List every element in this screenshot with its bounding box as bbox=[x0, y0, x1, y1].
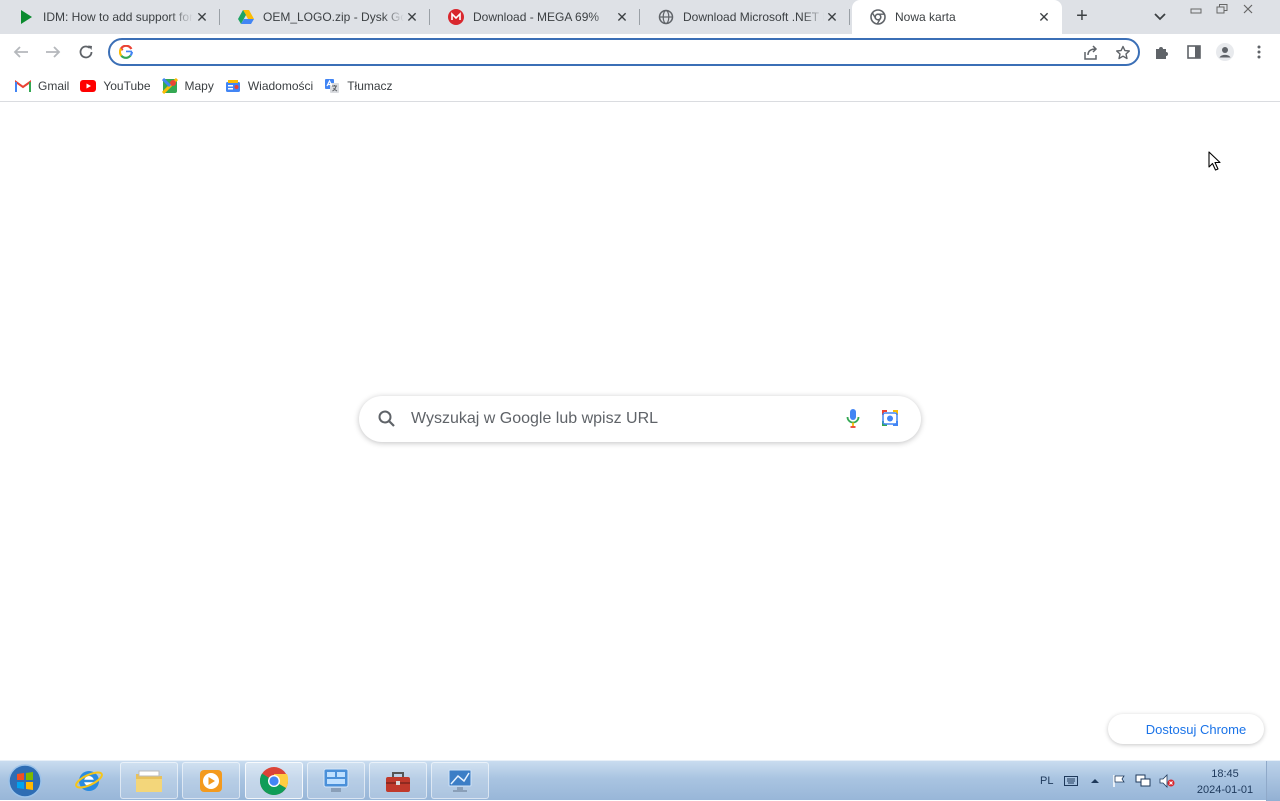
tab-title: Nowa karta bbox=[895, 10, 956, 24]
new-tab-page: Wyszukaj w Google lub wpisz URL Dostosuj… bbox=[0, 103, 1280, 760]
google-drive-icon bbox=[238, 9, 254, 25]
youtube-icon bbox=[80, 78, 97, 94]
close-icon[interactable]: ✕ bbox=[614, 9, 630, 25]
new-tab-button[interactable]: + bbox=[1072, 6, 1092, 27]
keyboard-icon[interactable] bbox=[1063, 773, 1079, 789]
tab-title: IDM: How to add support for bbox=[43, 10, 193, 24]
bookmark-youtube[interactable]: YouTube bbox=[77, 74, 158, 98]
bookmark-label: Tłumacz bbox=[347, 78, 393, 93]
browser-toolbar bbox=[0, 34, 1280, 70]
idm-play-icon bbox=[18, 9, 34, 25]
news-icon bbox=[225, 78, 241, 94]
search-icon bbox=[377, 409, 397, 432]
media-player-icon[interactable] bbox=[182, 762, 240, 799]
bookmark-translate[interactable]: Tłumacz bbox=[321, 74, 400, 98]
tab-strip: IDM: How to add support for ✕ OEM_LOGO.z… bbox=[0, 0, 1280, 34]
network-icon[interactable] bbox=[1135, 773, 1151, 789]
bookmark-label: Wiadomości bbox=[247, 78, 314, 93]
customize-chrome-button[interactable]: Dostosuj Chrome bbox=[1108, 714, 1264, 744]
tab-title: Download - MEGA 69% bbox=[473, 10, 600, 24]
show-desktop-button[interactable] bbox=[1266, 761, 1280, 801]
bookmark-gmail[interactable]: Gmail bbox=[12, 74, 77, 98]
window-close-icon[interactable] bbox=[1235, 0, 1261, 18]
microphone-icon[interactable] bbox=[845, 408, 861, 433]
windows-taskbar: PL 18:45 2024-01-01 bbox=[0, 760, 1280, 801]
chrome-taskbar-icon[interactable] bbox=[245, 762, 303, 799]
tab-new-tab[interactable]: Nowa karta ✕ bbox=[852, 0, 1062, 34]
tab-mega[interactable]: Download - MEGA 69% ✕ bbox=[430, 0, 640, 34]
mouse-cursor-icon bbox=[1208, 151, 1222, 174]
extensions-puzzle-icon[interactable] bbox=[1152, 42, 1172, 62]
bookmark-label: Mapy bbox=[184, 78, 214, 93]
address-input[interactable] bbox=[144, 42, 1044, 62]
tab-title: OEM_LOGO.zip - Dysk Google bbox=[263, 10, 405, 24]
gmail-icon bbox=[15, 78, 31, 94]
close-icon[interactable]: ✕ bbox=[404, 9, 420, 25]
internet-explorer-icon[interactable] bbox=[60, 762, 118, 799]
translate-icon bbox=[324, 78, 340, 94]
close-icon[interactable]: ✕ bbox=[824, 9, 840, 25]
clock-date: 2024-01-01 bbox=[1196, 784, 1254, 796]
tab-drive[interactable]: OEM_LOGO.zip - Dysk Google ✕ bbox=[220, 0, 430, 34]
google-lens-camera-icon[interactable] bbox=[880, 408, 900, 431]
bookmark-label: YouTube bbox=[103, 78, 151, 93]
window-controls bbox=[1183, 0, 1261, 18]
clock-time: 18:45 bbox=[1211, 768, 1239, 780]
tab-dotnet[interactable]: Download Microsoft .NET Framework ✕ bbox=[640, 0, 850, 34]
bookmarks-bar: Gmail YouTube Mapy Wiadomości Tłumacz bbox=[0, 70, 1280, 102]
maps-icon bbox=[161, 77, 178, 94]
bookmark-maps[interactable]: Mapy bbox=[159, 74, 222, 98]
show-hidden-icons-arrow-icon[interactable] bbox=[1087, 773, 1103, 789]
more-menu-icon[interactable] bbox=[1249, 42, 1269, 62]
omnibox[interactable] bbox=[108, 38, 1140, 66]
google-search-box[interactable]: Wyszukaj w Google lub wpisz URL bbox=[359, 396, 921, 442]
restore-icon[interactable] bbox=[1209, 0, 1235, 18]
action-center-flag-icon[interactable] bbox=[1111, 773, 1127, 789]
side-panel-icon[interactable] bbox=[1184, 42, 1204, 62]
system-tray: PL bbox=[1040, 761, 1183, 801]
profile-avatar-icon[interactable] bbox=[1215, 42, 1235, 62]
share-icon[interactable] bbox=[1082, 44, 1100, 62]
bookmark-news[interactable]: Wiadomości bbox=[222, 74, 321, 98]
bookmark-star-icon[interactable] bbox=[1114, 44, 1132, 62]
clock[interactable]: 18:45 2024-01-01 bbox=[1190, 766, 1260, 798]
tab-search-chevron-icon[interactable] bbox=[1151, 8, 1169, 26]
control-panel-icon[interactable] bbox=[307, 762, 365, 799]
volume-muted-icon[interactable] bbox=[1159, 773, 1175, 789]
minimize-icon[interactable] bbox=[1183, 0, 1209, 18]
tab-title: Download Microsoft .NET Framework bbox=[683, 10, 824, 24]
display-settings-icon[interactable] bbox=[431, 762, 489, 799]
search-placeholder: Wyszukaj w Google lub wpisz URL bbox=[411, 410, 659, 427]
google-g-icon bbox=[118, 44, 133, 62]
chrome-icon bbox=[870, 9, 886, 25]
forward-arrow-icon[interactable] bbox=[41, 40, 65, 64]
language-indicator[interactable]: PL bbox=[1040, 775, 1053, 787]
toolbox-icon[interactable] bbox=[369, 762, 427, 799]
file-explorer-icon[interactable] bbox=[120, 762, 178, 799]
mega-icon bbox=[448, 9, 464, 25]
bookmark-label: Gmail bbox=[38, 78, 70, 93]
tab-idm[interactable]: IDM: How to add support for ✕ bbox=[0, 0, 220, 34]
start-button[interactable] bbox=[5, 762, 45, 800]
reload-icon[interactable] bbox=[74, 40, 98, 64]
close-icon[interactable]: ✕ bbox=[194, 9, 210, 25]
close-icon[interactable]: ✕ bbox=[1036, 9, 1052, 25]
globe-icon bbox=[658, 9, 674, 25]
back-arrow-icon[interactable] bbox=[9, 40, 33, 64]
